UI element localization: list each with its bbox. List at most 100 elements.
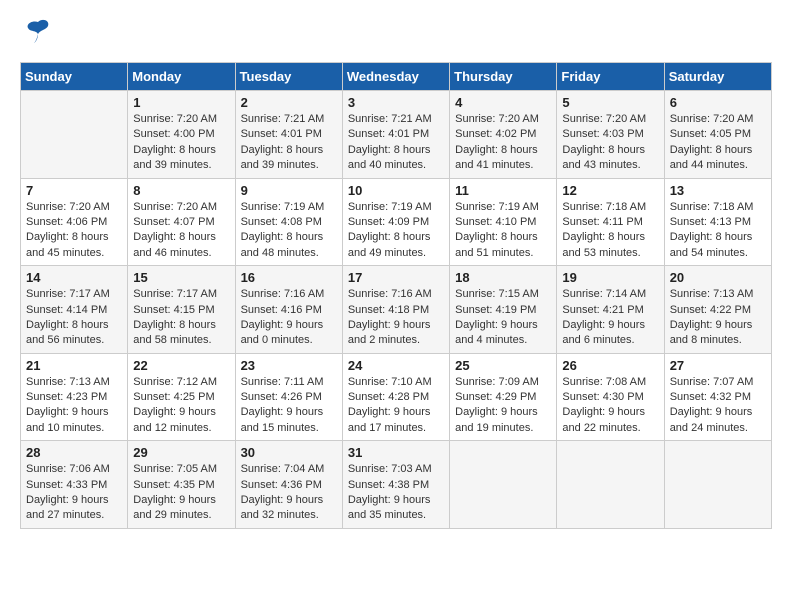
- weekday-header-tuesday: Tuesday: [235, 63, 342, 91]
- day-number: 14: [26, 270, 122, 285]
- cell-text: Sunrise: 7:03 AMSunset: 4:38 PMDaylight:…: [348, 462, 444, 524]
- calendar-cell: 4 Sunrise: 7:20 AMSunset: 4:02 PMDaylight…: [450, 91, 557, 179]
- calendar-cell: 9 Sunrise: 7:19 AMSunset: 4:08 PMDaylight…: [235, 178, 342, 266]
- day-number: 13: [670, 183, 766, 198]
- day-number: 9: [241, 183, 337, 198]
- week-row-3: 14 Sunrise: 7:17 AMSunset: 4:14 PMDayligh…: [21, 266, 772, 354]
- day-number: 3: [348, 95, 444, 110]
- cell-text: Sunrise: 7:20 AMSunset: 4:07 PMDaylight:…: [133, 200, 229, 262]
- calendar-cell: 22 Sunrise: 7:12 AMSunset: 4:25 PMDayligh…: [128, 353, 235, 441]
- cell-text: Sunrise: 7:21 AMSunset: 4:01 PMDaylight:…: [241, 112, 337, 174]
- logo-bird-icon: [24, 16, 52, 50]
- calendar-cell: 15 Sunrise: 7:17 AMSunset: 4:15 PMDayligh…: [128, 266, 235, 354]
- calendar-cell: 17 Sunrise: 7:16 AMSunset: 4:18 PMDayligh…: [342, 266, 449, 354]
- cell-text: Sunrise: 7:04 AMSunset: 4:36 PMDaylight:…: [241, 462, 337, 524]
- cell-text: Sunrise: 7:20 AMSunset: 4:05 PMDaylight:…: [670, 112, 766, 174]
- day-number: 29: [133, 445, 229, 460]
- day-number: 22: [133, 358, 229, 373]
- week-row-1: 1 Sunrise: 7:20 AMSunset: 4:00 PMDaylight…: [21, 91, 772, 179]
- cell-text: Sunrise: 7:09 AMSunset: 4:29 PMDaylight:…: [455, 375, 551, 437]
- calendar-cell: 21 Sunrise: 7:13 AMSunset: 4:23 PMDayligh…: [21, 353, 128, 441]
- week-row-5: 28 Sunrise: 7:06 AMSunset: 4:33 PMDayligh…: [21, 441, 772, 529]
- calendar-cell: 31Sunrise: 7:03 AMSunset: 4:38 PMDayligh…: [342, 441, 449, 529]
- weekday-header-wednesday: Wednesday: [342, 63, 449, 91]
- calendar-cell: 10 Sunrise: 7:19 AMSunset: 4:09 PMDayligh…: [342, 178, 449, 266]
- weekday-header-saturday: Saturday: [664, 63, 771, 91]
- cell-text: Sunrise: 7:15 AMSunset: 4:19 PMDaylight:…: [455, 287, 551, 349]
- day-number: 5: [562, 95, 658, 110]
- calendar-cell: 26 Sunrise: 7:08 AMSunset: 4:30 PMDayligh…: [557, 353, 664, 441]
- cell-text: Sunrise: 7:10 AMSunset: 4:28 PMDaylight:…: [348, 375, 444, 437]
- cell-text: Sunrise: 7:20 AMSunset: 4:06 PMDaylight:…: [26, 200, 122, 262]
- calendar-cell: 24 Sunrise: 7:10 AMSunset: 4:28 PMDayligh…: [342, 353, 449, 441]
- day-number: 4: [455, 95, 551, 110]
- cell-text: Sunrise: 7:06 AMSunset: 4:33 PMDaylight:…: [26, 462, 122, 524]
- day-number: 23: [241, 358, 337, 373]
- week-row-2: 7Sunrise: 7:20 AMSunset: 4:06 PMDaylight…: [21, 178, 772, 266]
- calendar-cell: 16Sunrise: 7:16 AMSunset: 4:16 PMDayligh…: [235, 266, 342, 354]
- header-section: [20, 16, 772, 50]
- day-number: 28: [26, 445, 122, 460]
- calendar-cell: [664, 441, 771, 529]
- cell-text: Sunrise: 7:07 AMSunset: 4:32 PMDaylight:…: [670, 375, 766, 437]
- day-number: 10: [348, 183, 444, 198]
- calendar-cell: 3Sunrise: 7:21 AMSunset: 4:01 PMDaylight…: [342, 91, 449, 179]
- cell-text: Sunrise: 7:20 AMSunset: 4:00 PMDaylight:…: [133, 112, 229, 174]
- day-number: 24: [348, 358, 444, 373]
- calendar-table: SundayMondayTuesdayWednesdayThursdayFrid…: [20, 62, 772, 529]
- cell-text: Sunrise: 7:13 AMSunset: 4:22 PMDaylight:…: [670, 287, 766, 349]
- calendar-cell: 2 Sunrise: 7:21 AMSunset: 4:01 PMDaylight…: [235, 91, 342, 179]
- calendar-cell: 18 Sunrise: 7:15 AMSunset: 4:19 PMDayligh…: [450, 266, 557, 354]
- header-row: SundayMondayTuesdayWednesdayThursdayFrid…: [21, 63, 772, 91]
- day-number: 20: [670, 270, 766, 285]
- calendar-cell: 23 Sunrise: 7:11 AMSunset: 4:26 PMDayligh…: [235, 353, 342, 441]
- calendar-cell: 25Sunrise: 7:09 AMSunset: 4:29 PMDayligh…: [450, 353, 557, 441]
- calendar-cell: 12Sunrise: 7:18 AMSunset: 4:11 PMDayligh…: [557, 178, 664, 266]
- calendar-cell: 30 Sunrise: 7:04 AMSunset: 4:36 PMDayligh…: [235, 441, 342, 529]
- cell-text: Sunrise: 7:18 AMSunset: 4:11 PMDaylight:…: [562, 200, 658, 262]
- cell-text: Sunrise: 7:19 AMSunset: 4:10 PMDaylight:…: [455, 200, 551, 262]
- calendar-cell: 7Sunrise: 7:20 AMSunset: 4:06 PMDaylight…: [21, 178, 128, 266]
- cell-text: Sunrise: 7:17 AMSunset: 4:14 PMDaylight:…: [26, 287, 122, 349]
- calendar-cell: 14 Sunrise: 7:17 AMSunset: 4:14 PMDayligh…: [21, 266, 128, 354]
- day-number: 11: [455, 183, 551, 198]
- cell-text: Sunrise: 7:17 AMSunset: 4:15 PMDaylight:…: [133, 287, 229, 349]
- calendar-cell: [450, 441, 557, 529]
- calendar-cell: 13 Sunrise: 7:18 AMSunset: 4:13 PMDayligh…: [664, 178, 771, 266]
- calendar-cell: 20 Sunrise: 7:13 AMSunset: 4:22 PMDayligh…: [664, 266, 771, 354]
- day-number: 1: [133, 95, 229, 110]
- day-number: 21: [26, 358, 122, 373]
- cell-text: Sunrise: 7:08 AMSunset: 4:30 PMDaylight:…: [562, 375, 658, 437]
- calendar-cell: 28 Sunrise: 7:06 AMSunset: 4:33 PMDayligh…: [21, 441, 128, 529]
- day-number: 17: [348, 270, 444, 285]
- calendar-cell: 19 Sunrise: 7:14 AMSunset: 4:21 PMDayligh…: [557, 266, 664, 354]
- day-number: 30: [241, 445, 337, 460]
- calendar-cell: 8Sunrise: 7:20 AMSunset: 4:07 PMDaylight…: [128, 178, 235, 266]
- cell-text: Sunrise: 7:16 AMSunset: 4:18 PMDaylight:…: [348, 287, 444, 349]
- weekday-header-thursday: Thursday: [450, 63, 557, 91]
- cell-text: Sunrise: 7:12 AMSunset: 4:25 PMDaylight:…: [133, 375, 229, 437]
- calendar-cell: 1 Sunrise: 7:20 AMSunset: 4:00 PMDaylight…: [128, 91, 235, 179]
- weekday-header-sunday: Sunday: [21, 63, 128, 91]
- day-number: 26: [562, 358, 658, 373]
- calendar-cell: 29 Sunrise: 7:05 AMSunset: 4:35 PMDayligh…: [128, 441, 235, 529]
- cell-text: Sunrise: 7:11 AMSunset: 4:26 PMDaylight:…: [241, 375, 337, 437]
- cell-text: Sunrise: 7:20 AMSunset: 4:03 PMDaylight:…: [562, 112, 658, 174]
- day-number: 2: [241, 95, 337, 110]
- weekday-header-friday: Friday: [557, 63, 664, 91]
- day-number: 19: [562, 270, 658, 285]
- calendar-cell: 27Sunrise: 7:07 AMSunset: 4:32 PMDayligh…: [664, 353, 771, 441]
- cell-text: Sunrise: 7:13 AMSunset: 4:23 PMDaylight:…: [26, 375, 122, 437]
- cell-text: Sunrise: 7:14 AMSunset: 4:21 PMDaylight:…: [562, 287, 658, 349]
- cell-text: Sunrise: 7:19 AMSunset: 4:09 PMDaylight:…: [348, 200, 444, 262]
- cell-text: Sunrise: 7:05 AMSunset: 4:35 PMDaylight:…: [133, 462, 229, 524]
- cell-text: Sunrise: 7:20 AMSunset: 4:02 PMDaylight:…: [455, 112, 551, 174]
- cell-text: Sunrise: 7:18 AMSunset: 4:13 PMDaylight:…: [670, 200, 766, 262]
- day-number: 15: [133, 270, 229, 285]
- calendar-cell: 5 Sunrise: 7:20 AMSunset: 4:03 PMDaylight…: [557, 91, 664, 179]
- logo: [20, 16, 52, 50]
- calendar-cell: 6Sunrise: 7:20 AMSunset: 4:05 PMDaylight…: [664, 91, 771, 179]
- cell-text: Sunrise: 7:19 AMSunset: 4:08 PMDaylight:…: [241, 200, 337, 262]
- day-number: 18: [455, 270, 551, 285]
- cell-text: Sunrise: 7:16 AMSunset: 4:16 PMDaylight:…: [241, 287, 337, 349]
